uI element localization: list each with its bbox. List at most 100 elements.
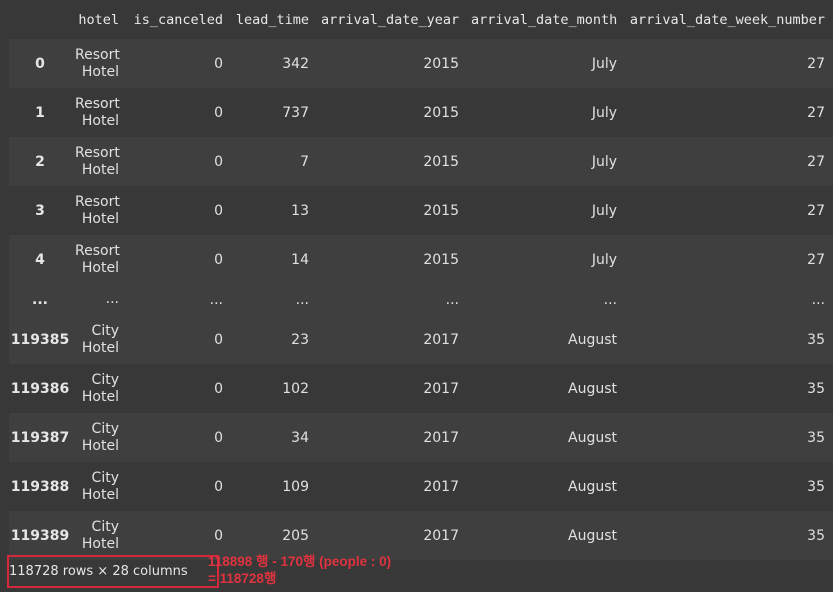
- table-body: 0 Resort Hotel 0 342 2015 July 27 1 Resort Hotel…: [9, 39, 833, 560]
- row-index: ...: [32, 291, 48, 308]
- column-header-lead-time: lead_time: [235, 11, 309, 28]
- cell-arrival-date-month: July: [591, 104, 617, 121]
- cell-hotel: Resort Hotel: [75, 46, 120, 80]
- cell-arrival-date-month: August: [568, 429, 617, 446]
- row-index: 119389: [10, 527, 70, 544]
- row-index: 1: [35, 104, 45, 121]
- cell-lead-time: 342: [282, 55, 309, 72]
- column-header-arrival-date-year: arrival_date_year: [321, 11, 460, 28]
- table-row: 119385 City Hotel 0 23 2017 August 35: [9, 315, 833, 364]
- cell-is-canceled: 0: [214, 331, 223, 348]
- cell-lead-time: 23: [291, 331, 309, 348]
- cell-arrival-date-week-number: 35: [807, 380, 825, 397]
- cell-lead-time: 13: [291, 202, 309, 219]
- shape-summary-box: 118728 rows × 28 columns: [7, 555, 219, 588]
- cell-arrival-date-month: July: [591, 251, 617, 268]
- table-row: 119388 City Hotel 0 109 2017 August 35: [9, 462, 833, 511]
- cell-is-canceled: 0: [214, 202, 223, 219]
- cell-hotel: City Hotel: [81, 518, 119, 552]
- cell-is-canceled: 0: [214, 104, 223, 121]
- annotation-line-1: 118898 행 - 170행 (people : 0): [208, 554, 392, 569]
- row-index: 119387: [10, 429, 70, 446]
- cell-lead-time: 109: [282, 478, 309, 495]
- cell-arrival-date-week-number: 35: [807, 331, 825, 348]
- cell-is-canceled: 0: [214, 380, 223, 397]
- cell-hotel: Resort Hotel: [75, 242, 120, 276]
- annotation-line-2: = 118728행: [208, 571, 277, 586]
- cell-arrival-date-week-number: 35: [807, 429, 825, 446]
- column-header-hotel: hotel: [78, 11, 119, 28]
- table-row: 0 Resort Hotel 0 342 2015 July 27: [9, 39, 833, 88]
- index-header: [9, 0, 71, 39]
- cell-lead-time: 34: [291, 429, 309, 446]
- cell-arrival-date-week-number: 27: [807, 153, 825, 170]
- cell-arrival-date-year: 2017: [423, 478, 459, 495]
- cell-is-canceled: 0: [214, 153, 223, 170]
- cell-arrival-date-year: ...: [445, 291, 459, 308]
- table-row: 119387 City Hotel 0 34 2017 August 35: [9, 413, 833, 462]
- cell-hotel: City Hotel: [81, 371, 119, 405]
- row-index: 119386: [10, 380, 70, 397]
- table-row: 1 Resort Hotel 0 737 2015 July 27: [9, 88, 833, 137]
- row-index: 119385: [10, 331, 70, 348]
- row-index: 119388: [10, 478, 70, 495]
- row-index: 3: [35, 202, 45, 219]
- cell-arrival-date-year: 2015: [423, 55, 459, 72]
- cell-arrival-date-week-number: 35: [807, 527, 825, 544]
- cell-arrival-date-week-number: 27: [807, 55, 825, 72]
- cell-arrival-date-year: 2015: [423, 104, 459, 121]
- cell-is-canceled: ...: [209, 291, 223, 308]
- cell-lead-time: 102: [282, 380, 309, 397]
- dataframe-table: hotel is_canceled lead_time arrival_date…: [9, 0, 833, 560]
- cell-arrival-date-month: July: [591, 202, 617, 219]
- cell-arrival-date-week-number: 27: [807, 104, 825, 121]
- table-row: 3 Resort Hotel 0 13 2015 July 27: [9, 186, 833, 235]
- cell-is-canceled: 0: [214, 251, 223, 268]
- cell-arrival-date-month: July: [591, 55, 617, 72]
- cell-hotel: City Hotel: [81, 469, 119, 503]
- cell-arrival-date-year: 2017: [423, 331, 459, 348]
- cell-arrival-date-year: 2015: [423, 202, 459, 219]
- cell-hotel: Resort Hotel: [75, 95, 120, 129]
- cell-lead-time: 7: [300, 153, 309, 170]
- cell-lead-time: ...: [295, 291, 309, 308]
- cell-arrival-date-week-number: 27: [807, 251, 825, 268]
- column-header-arrival-date-week-number: arrival_date_week_number: [629, 11, 825, 28]
- cell-arrival-date-year: 2017: [423, 380, 459, 397]
- cell-arrival-date-week-number: ...: [811, 291, 825, 308]
- cell-hotel: ...: [105, 291, 119, 307]
- cell-arrival-date-month: August: [568, 527, 617, 544]
- cell-hotel: Resort Hotel: [75, 144, 120, 178]
- row-index: 4: [35, 251, 45, 268]
- column-header-arrival-date-month: arrival_date_month: [471, 11, 618, 28]
- header-row: hotel is_canceled lead_time arrival_date…: [9, 0, 833, 39]
- cell-hotel: Resort Hotel: [75, 193, 120, 227]
- table-row: 4 Resort Hotel 0 14 2015 July 27: [9, 235, 833, 284]
- annotation: 118898 행 - 170행 (people : 0) = 118728행: [208, 553, 391, 587]
- row-index: 2: [35, 153, 45, 170]
- cell-lead-time: 14: [291, 251, 309, 268]
- cell-is-canceled: 0: [214, 429, 223, 446]
- column-header-is-canceled: is_canceled: [133, 11, 223, 28]
- cell-hotel: City Hotel: [81, 322, 119, 356]
- cell-arrival-date-month: August: [568, 331, 617, 348]
- cell-lead-time: 737: [282, 104, 309, 121]
- cell-arrival-date-week-number: 35: [807, 478, 825, 495]
- cell-arrival-date-month: ...: [603, 291, 617, 308]
- cell-is-canceled: 0: [214, 478, 223, 495]
- cell-arrival-date-year: 2015: [423, 153, 459, 170]
- cell-arrival-date-month: August: [568, 478, 617, 495]
- cell-arrival-date-month: July: [591, 153, 617, 170]
- table-row: 2 Resort Hotel 0 7 2015 July 27: [9, 137, 833, 186]
- cell-arrival-date-week-number: 27: [807, 202, 825, 219]
- table-row: 119386 City Hotel 0 102 2017 August 35: [9, 364, 833, 413]
- row-index: 0: [35, 55, 45, 72]
- cell-is-canceled: 0: [214, 55, 223, 72]
- table-row: 119389 City Hotel 0 205 2017 August 35: [9, 511, 833, 560]
- shape-summary: 118728 rows × 28 columns: [9, 564, 188, 579]
- ellipsis-row: .....................: [9, 284, 833, 315]
- cell-arrival-date-year: 2015: [423, 251, 459, 268]
- cell-arrival-date-month: August: [568, 380, 617, 397]
- cell-hotel: City Hotel: [81, 420, 119, 454]
- cell-arrival-date-year: 2017: [423, 429, 459, 446]
